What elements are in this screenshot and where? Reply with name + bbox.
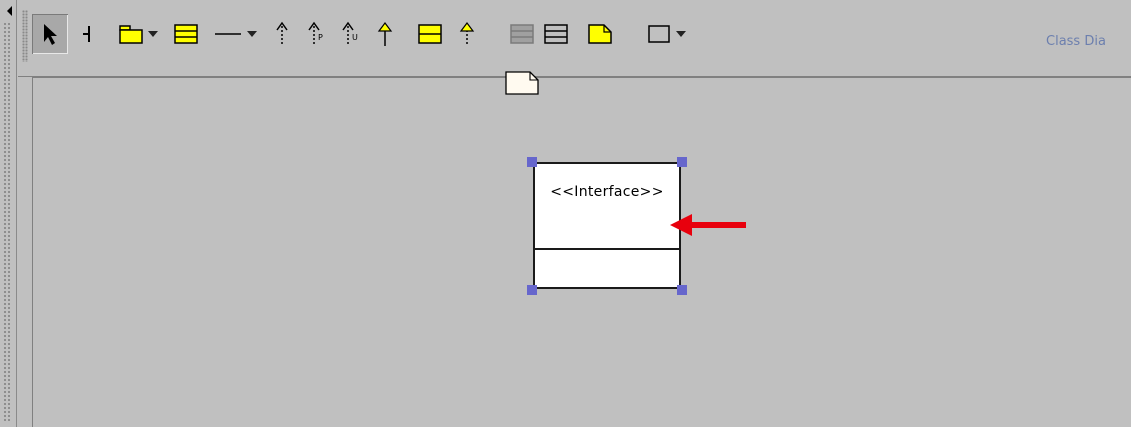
usage-arrow-icon: U [342,21,358,46]
interface-class-box[interactable]: <<Interface>> [533,162,681,289]
left-splitter[interactable] [0,0,17,427]
broom-tool-button[interactable] [74,14,102,54]
package-dropdown-icon[interactable] [148,31,158,37]
select-arrow-icon [44,24,57,45]
class-diagram-editor: P U Class Dia <<Interface>> [0,0,1131,427]
interface-note-icon [505,71,539,95]
realization-arrow-icon [459,22,475,46]
interface-stereotype-label[interactable]: <<Interface>> [535,184,679,200]
class-tool-button[interactable] [170,14,202,54]
resize-handle-top-right[interactable] [677,157,687,167]
rectangle-dropdown-icon[interactable] [676,31,686,37]
usage-tool-button[interactable]: U [336,14,366,54]
package-icon [119,25,143,44]
rectangle-tool-button[interactable] [640,14,692,54]
operation-tool-button[interactable] [540,14,572,54]
class-icon [174,24,198,44]
add-attribute-icon [510,24,534,44]
rectangle-icon [648,25,670,43]
association-dropdown-icon[interactable] [247,31,257,37]
attribute-tool-button[interactable] [506,14,538,54]
toolbar-grip[interactable] [22,10,28,62]
red-annotation-arrow-icon [670,214,746,236]
dependency-arrow-icon [276,21,288,46]
realization-tool-button[interactable] [452,14,482,54]
resize-handle-bottom-right[interactable] [677,285,687,295]
note-icon [588,24,612,44]
broom-icon [83,26,90,42]
package-tool-button[interactable] [112,14,164,54]
add-operation-icon [544,24,568,44]
generalization-tool-button[interactable] [370,14,400,54]
resize-handle-top-left[interactable] [527,157,537,167]
interface-tool-button[interactable] [414,14,446,54]
dependency-tool-button[interactable] [268,14,296,54]
note-tool-button[interactable] [584,14,616,54]
permission-tool-button[interactable]: P [302,14,332,54]
splitter-grip[interactable] [3,22,11,422]
interface-icon [418,24,442,44]
diagram-toolbar: P U Class Dia [18,0,1131,77]
svg-text:U: U [352,33,358,42]
generalization-arrow-icon [377,22,393,46]
diagram-tab[interactable]: Class Dia [1046,34,1106,49]
association-tool-button[interactable] [208,14,262,54]
operations-compartment-divider [535,248,679,250]
svg-text:P: P [318,33,323,42]
resize-handle-bottom-left[interactable] [527,285,537,295]
association-line-icon [215,33,241,35]
select-tool-button[interactable] [32,14,68,54]
permission-arrow-icon: P [308,21,323,46]
collapse-left-icon[interactable] [7,6,12,16]
